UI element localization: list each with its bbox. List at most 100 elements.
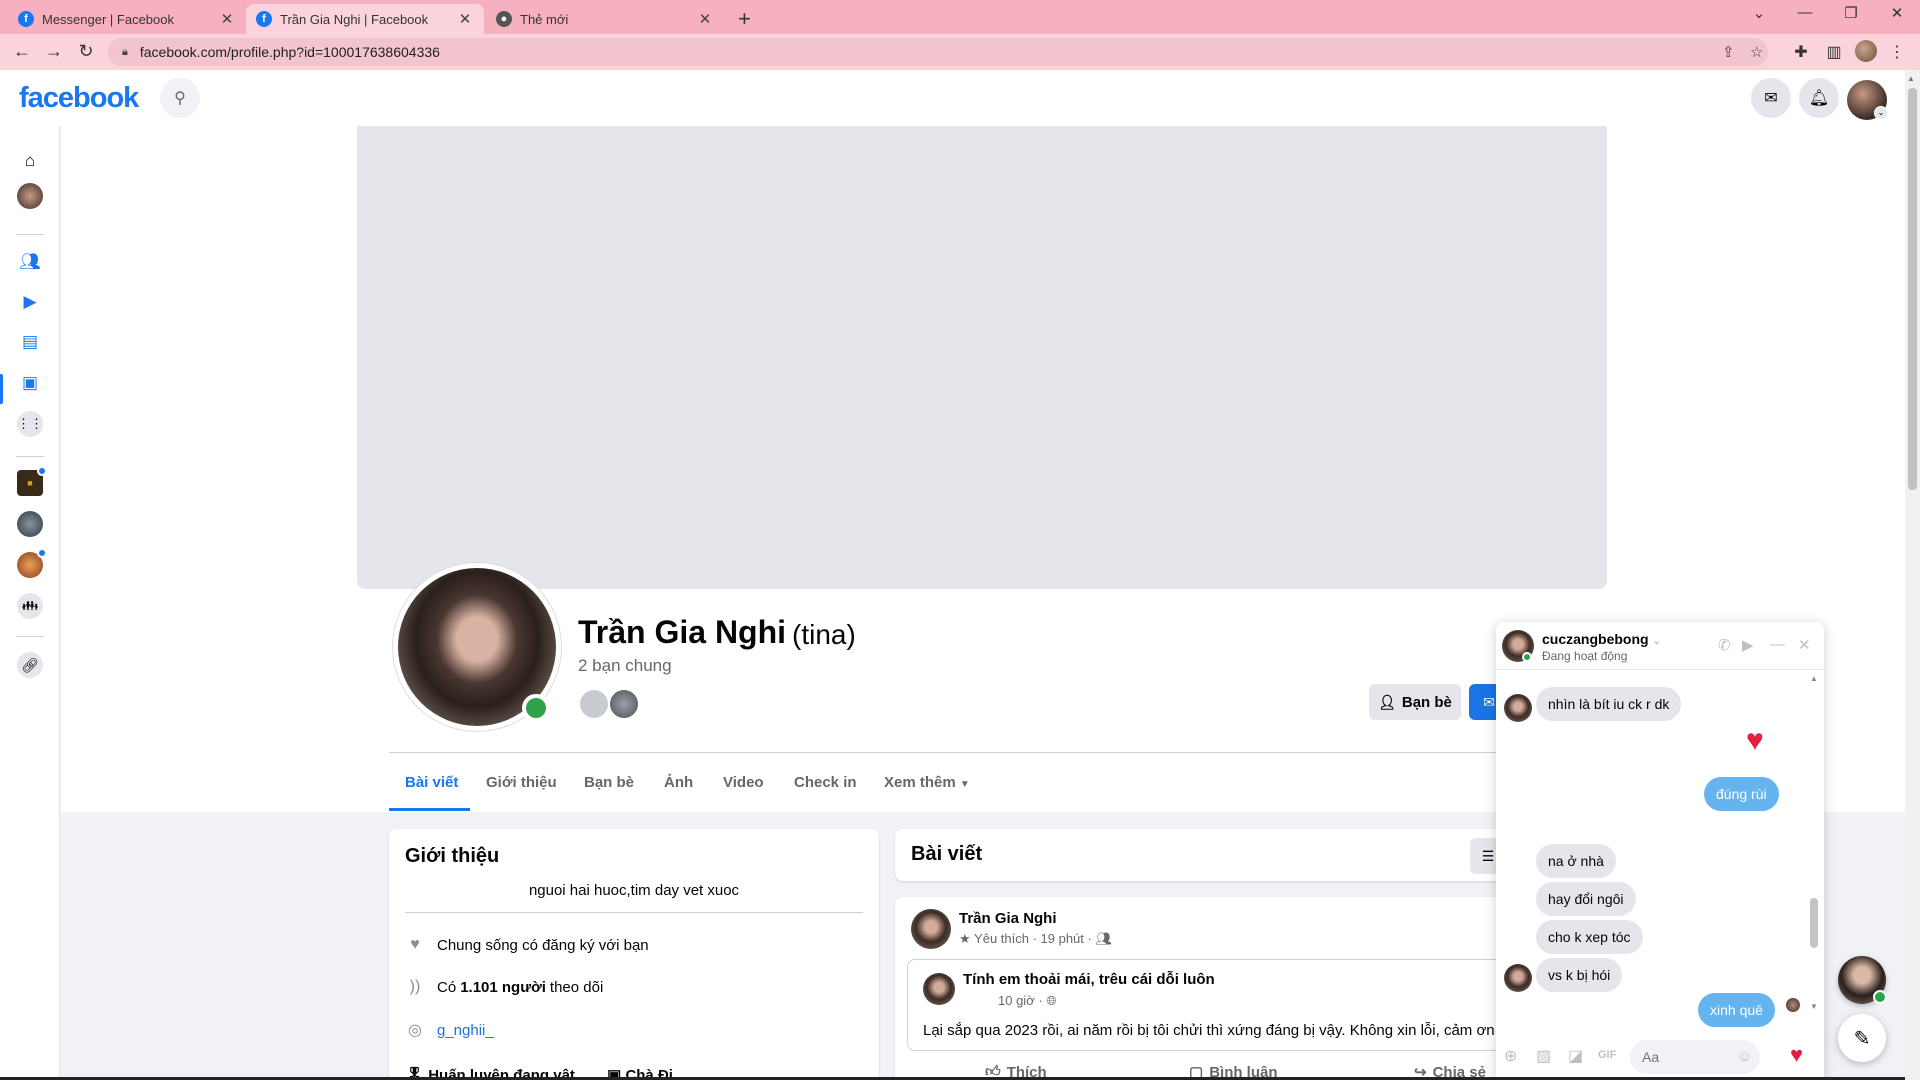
scroll-up-icon[interactable]: ▲ <box>1907 74 1915 83</box>
address-bar[interactable]: 🔒︎ facebook.com/profile.php?id=100017638… <box>108 38 1768 66</box>
chat-scroll-thumb[interactable] <box>1810 898 1818 948</box>
minimize-icon[interactable]: — <box>1790 4 1820 21</box>
new-message-icon[interactable]: ✎ <box>1838 1014 1886 1062</box>
phone-call-icon[interactable]: ✆ <box>1718 636 1731 654</box>
tab-friends[interactable]: Bạn bè <box>584 774 634 791</box>
heart-reaction-icon: ♥ <box>1746 724 1764 757</box>
messenger-icon[interactable]: ✉ <box>1751 78 1791 118</box>
back-icon[interactable]: ← <box>10 41 34 62</box>
instagram-link[interactable]: g_nghii_ <box>437 1022 494 1039</box>
feeds-icon[interactable]: ▣ <box>17 370 43 396</box>
posts-title: Bài viết <box>911 843 983 865</box>
shared-post-meta: 10 giờ · 🌐︎ <box>998 993 1057 1009</box>
minimize-chat-icon[interactable]: — <box>1770 636 1785 653</box>
post-author[interactable]: Trần Gia Nghi <box>959 910 1057 927</box>
profile-avatar[interactable] <box>17 183 43 209</box>
intro-divider <box>405 912 863 913</box>
chat-header[interactable]: cuczangbebong ⌄ Đang hoạt động ✆ ▶ — ✕ <box>1496 622 1824 670</box>
chrome-profile-avatar[interactable] <box>1855 40 1877 62</box>
close-window-icon[interactable]: ✕ <box>1882 4 1912 22</box>
tab-search-chevron-icon[interactable]: ⌄ <box>1744 4 1774 22</box>
cover-photo[interactable] <box>357 126 1607 589</box>
groups-icon[interactable]: 👪︎ <box>17 593 43 619</box>
message-bubble[interactable]: đúng rùi <box>1704 777 1779 811</box>
scroll-down-icon[interactable]: ▼ <box>1810 1002 1818 1011</box>
photo-icon[interactable]: ▨ <box>1536 1046 1551 1066</box>
marketplace-icon[interactable]: ▤ <box>17 329 43 355</box>
shared-author-avatar[interactable] <box>923 973 955 1005</box>
tab-checkins[interactable]: Check in <box>794 774 857 791</box>
account-chevron-icon[interactable]: ⌄ <box>1874 106 1888 120</box>
message-bubble[interactable]: na ở nhà <box>1536 844 1616 878</box>
emoji-icon[interactable]: ☺ <box>1737 1048 1752 1065</box>
page-scrollbar[interactable]: ▲ <box>1905 70 1920 1080</box>
search-icon[interactable]: ⚲ <box>160 78 200 118</box>
message-bubble[interactable]: nhìn là bít iu ck r dk <box>1536 687 1682 721</box>
chat-contact-name[interactable]: cuczangbebong ⌄ <box>1542 631 1661 647</box>
restore-icon[interactable]: ❐ <box>1836 4 1866 22</box>
scroll-up-icon[interactable]: ▲ <box>1810 674 1818 683</box>
rail-divider <box>16 234 44 235</box>
scrollbar-thumb[interactable] <box>1908 88 1917 490</box>
tab-profile[interactable]: f Trần Gia Nghi | Facebook ✕ <box>246 4 484 34</box>
sticker-icon[interactable]: ◪ <box>1568 1046 1583 1066</box>
watch-icon[interactable]: ▶ <box>17 289 43 315</box>
notifications-bell-icon[interactable]: 🔔︎ <box>1799 78 1839 118</box>
friends-icon[interactable]: 👥︎ <box>17 249 43 275</box>
message-bubble[interactable]: hay đổi ngôi <box>1536 882 1636 916</box>
intro-card: Giới thiệu nguoi hai huoc,tim day vet xu… <box>389 829 879 1080</box>
heart-send-icon[interactable]: ♥ <box>1790 1042 1803 1068</box>
browser-tab-bar: f Messenger | Facebook ✕ f Trần Gia Nghi… <box>0 0 1920 34</box>
extensions-icon[interactable]: ✚ <box>1790 42 1812 62</box>
tab-messenger[interactable]: f Messenger | Facebook ✕ <box>8 4 246 34</box>
message-bubble[interactable]: vs k bị hói <box>1536 958 1623 992</box>
side-panel-icon[interactable]: ▥ <box>1823 42 1845 62</box>
mutual-friends-link[interactable]: 2 bạn chung <box>578 656 672 676</box>
post-text: Lại sắp qua 2023 rồi, ai năm rồi bị tôi … <box>923 1022 1499 1039</box>
chrome-menu-icon[interactable]: ⋮ <box>1886 42 1908 62</box>
rss-icon: )) <box>409 978 421 995</box>
shop-icon[interactable] <box>17 548 47 578</box>
tab-more[interactable]: Xem thêm ▼ <box>884 774 970 791</box>
close-tab-icon[interactable]: ✕ <box>696 10 714 28</box>
bookmark-star-icon[interactable]: ☆ <box>1750 43 1763 61</box>
message-bubble[interactable]: xinh quê <box>1698 993 1775 1027</box>
chat-scrollbar[interactable]: ▲ ▼ <box>1808 674 1820 1014</box>
shared-post-author[interactable]: Tính em thoải mái, trêu cái dỗi luôn <box>963 971 1215 988</box>
new-tab-icon[interactable]: + <box>738 6 751 32</box>
facebook-logo[interactable]: facebook <box>19 82 139 115</box>
message-bubble[interactable]: cho k xep tóc <box>1536 920 1643 954</box>
chat-composer: ⊕ ▨ ◪ GIF ☺ ♥ <box>1496 1032 1824 1080</box>
mutual-friend-avatar[interactable] <box>578 688 610 720</box>
gif-icon[interactable]: GIF <box>1598 1049 1616 1061</box>
home-icon[interactable]: ⌂ <box>17 148 43 174</box>
share-icon[interactable]: ⇪ <box>1722 43 1735 61</box>
tab-photos[interactable]: Ảnh <box>664 774 693 791</box>
apps-icon[interactable]: ⋮⋮ <box>17 411 43 437</box>
close-chat-icon[interactable]: ✕ <box>1798 636 1811 654</box>
tab-about[interactable]: Giới thiệu <box>486 774 557 791</box>
group-icon[interactable] <box>17 511 43 537</box>
close-tab-icon[interactable]: ✕ <box>218 10 236 28</box>
chevron-down-icon: ⌄ <box>1652 636 1661 647</box>
lock-icon: 🔒︎ <box>122 45 128 58</box>
link-icon[interactable]: 🔗︎ <box>17 652 43 678</box>
rail-divider <box>16 456 44 457</box>
shared-post-meta-text: 10 giờ · <box>998 993 1043 1008</box>
game-icon[interactable]: ■ <box>17 466 47 496</box>
close-tab-icon[interactable]: ✕ <box>456 10 474 28</box>
tab-new[interactable]: ● Thẻ mới ✕ <box>486 4 724 34</box>
mutual-friend-avatar[interactable] <box>608 688 640 720</box>
post-meta: ★ Yêu thích · 19 phút · 👥︎ <box>959 931 1112 947</box>
forward-icon[interactable]: → <box>42 41 66 62</box>
post-author-avatar[interactable] <box>911 909 951 949</box>
plus-icon[interactable]: ⊕ <box>1504 1046 1517 1066</box>
instagram-icon: ◎ <box>408 1022 422 1039</box>
reload-icon[interactable]: ↻ <box>74 41 98 62</box>
video-call-icon[interactable]: ▶ <box>1742 636 1754 654</box>
followers-row: )) Có 1.101 người theo dõi <box>405 978 604 996</box>
friends-button[interactable]: 👤︎ Bạn bè <box>1369 684 1461 720</box>
tab-posts[interactable]: Bài viết <box>405 774 458 791</box>
tab-videos[interactable]: Video <box>723 774 764 791</box>
followers-count[interactable]: 1.101 người <box>460 979 546 996</box>
